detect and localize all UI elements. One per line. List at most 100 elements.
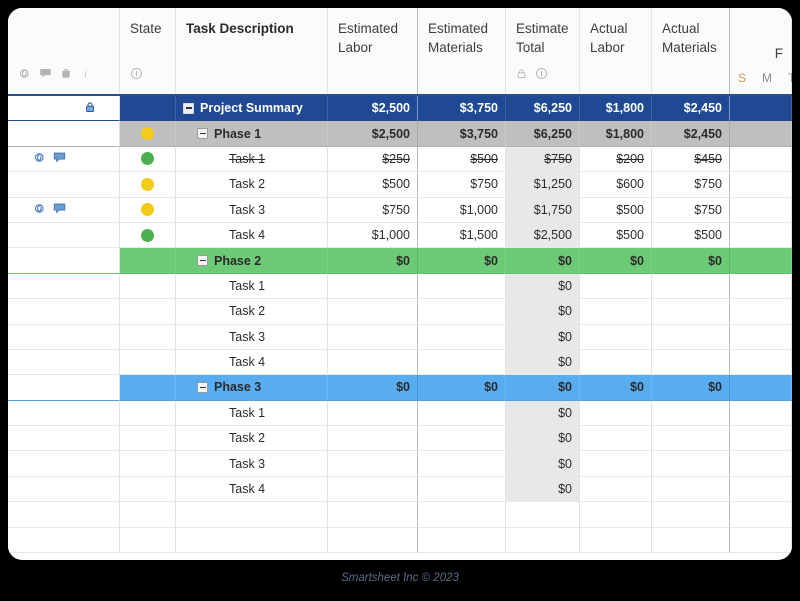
column-header-actual-labor[interactable]: Actual Labor <box>580 8 652 94</box>
table-row[interactable]: Task 2$0 <box>8 426 792 451</box>
act-materials-cell[interactable] <box>652 274 730 299</box>
act-materials-cell[interactable]: $2,450 <box>652 96 730 121</box>
est-materials-cell[interactable]: $750 <box>418 172 506 197</box>
task-description-cell[interactable]: Task 3 <box>176 325 328 350</box>
act-materials-cell[interactable] <box>652 477 730 502</box>
gantt-row-cell[interactable] <box>730 198 792 223</box>
attachment-icon[interactable] <box>33 202 46 218</box>
gantt-row-cell[interactable] <box>730 96 792 121</box>
state-cell[interactable] <box>120 223 176 248</box>
task-description-cell[interactable]: Task 4 <box>176 223 328 248</box>
act-materials-cell[interactable] <box>652 426 730 451</box>
state-cell[interactable] <box>120 375 176 400</box>
act-labor-cell[interactable]: $0 <box>580 375 652 400</box>
est-labor-cell[interactable]: $2,500 <box>328 96 418 121</box>
est-labor-cell[interactable]: $750 <box>328 198 418 223</box>
gantt-row-cell[interactable] <box>730 528 792 553</box>
act-materials-cell[interactable] <box>652 502 730 527</box>
trash-icon[interactable] <box>60 67 72 85</box>
task-description-cell[interactable]: Task 3 <box>176 198 328 223</box>
act-labor-cell[interactable] <box>580 528 652 553</box>
task-description-cell[interactable]: Phase 2 <box>176 248 328 273</box>
est-labor-cell[interactable]: $0 <box>328 375 418 400</box>
info-icon[interactable] <box>535 67 548 85</box>
gantt-row-cell[interactable] <box>730 426 792 451</box>
est-materials-cell[interactable]: $3,750 <box>418 121 506 146</box>
status-dot-yellow[interactable] <box>141 178 154 191</box>
act-materials-cell[interactable] <box>652 528 730 553</box>
gantt-row-cell[interactable] <box>730 477 792 502</box>
column-header-actual-materials[interactable]: Actual Materials <box>652 8 730 94</box>
est-materials-cell[interactable] <box>418 274 506 299</box>
table-row[interactable]: Task 1$0 <box>8 401 792 426</box>
act-labor-cell[interactable] <box>580 477 652 502</box>
gantt-row-cell[interactable] <box>730 223 792 248</box>
act-labor-cell[interactable] <box>580 299 652 324</box>
act-materials-cell[interactable]: $0 <box>652 375 730 400</box>
comment-icon[interactable] <box>39 67 52 85</box>
comment-icon[interactable] <box>53 202 66 218</box>
state-cell[interactable] <box>120 172 176 197</box>
column-header-estimated-labor[interactable]: Estimated Labor <box>328 8 418 94</box>
task-description-cell[interactable]: Task 3 <box>176 451 328 476</box>
est-total-cell[interactable]: $1,250 <box>506 172 580 197</box>
row-info-cell[interactable] <box>8 528 120 553</box>
row-info-cell[interactable] <box>8 223 120 248</box>
attachment-icon[interactable] <box>33 151 46 167</box>
est-total-cell[interactable]: $0 <box>506 299 580 324</box>
act-materials-cell[interactable]: $750 <box>652 198 730 223</box>
est-total-cell[interactable]: $0 <box>506 401 580 426</box>
act-labor-cell[interactable] <box>580 350 652 375</box>
est-materials-cell[interactable]: $0 <box>418 248 506 273</box>
state-cell[interactable] <box>120 477 176 502</box>
est-labor-cell[interactable] <box>328 528 418 553</box>
est-total-cell[interactable]: $0 <box>506 426 580 451</box>
est-total-cell[interactable]: $750 <box>506 147 580 172</box>
act-materials-cell[interactable]: $0 <box>652 248 730 273</box>
act-labor-cell[interactable]: $1,800 <box>580 96 652 121</box>
est-total-cell[interactable]: $0 <box>506 248 580 273</box>
task-description-cell[interactable]: Phase 3 <box>176 375 328 400</box>
table-row[interactable]: Project Summary$2,500$3,750$6,250$1,800$… <box>8 96 792 121</box>
table-row[interactable]: Task 1$250$500$750$200$450 <box>8 147 792 172</box>
est-total-cell[interactable]: $0 <box>506 375 580 400</box>
act-materials-cell[interactable] <box>652 401 730 426</box>
table-row[interactable]: Phase 1$2,500$3,750$6,250$1,800$2,450 <box>8 121 792 146</box>
table-row[interactable]: Task 4$1,000$1,500$2,500$500$500 <box>8 223 792 248</box>
gantt-row-cell[interactable] <box>730 121 792 146</box>
est-labor-cell[interactable] <box>328 299 418 324</box>
gantt-row-cell[interactable] <box>730 172 792 197</box>
info-icon[interactable] <box>130 67 143 85</box>
gantt-row-cell[interactable] <box>730 248 792 273</box>
est-labor-cell[interactable]: $0 <box>328 248 418 273</box>
collapse-toggle-icon[interactable] <box>183 103 194 114</box>
est-materials-cell[interactable] <box>418 350 506 375</box>
est-materials-cell[interactable] <box>418 426 506 451</box>
est-total-cell[interactable]: $0 <box>506 350 580 375</box>
est-total-cell[interactable]: $0 <box>506 477 580 502</box>
state-cell[interactable] <box>120 325 176 350</box>
row-info-cell[interactable] <box>8 350 120 375</box>
task-description-cell[interactable]: Task 4 <box>176 350 328 375</box>
est-labor-cell[interactable] <box>328 325 418 350</box>
row-info-cell[interactable] <box>8 502 120 527</box>
est-labor-cell[interactable] <box>328 350 418 375</box>
act-materials-cell[interactable] <box>652 325 730 350</box>
collapse-toggle-icon[interactable] <box>197 382 208 393</box>
status-dot-green[interactable] <box>141 152 154 165</box>
est-materials-cell[interactable] <box>418 451 506 476</box>
act-materials-cell[interactable]: $2,450 <box>652 121 730 146</box>
act-materials-cell[interactable] <box>652 451 730 476</box>
column-header-estimate-total[interactable]: Estimate Total <box>506 8 580 94</box>
task-description-cell[interactable]: Project Summary <box>176 96 328 121</box>
comment-icon[interactable] <box>53 151 66 167</box>
act-labor-cell[interactable] <box>580 451 652 476</box>
est-total-cell[interactable] <box>506 502 580 527</box>
gantt-row-cell[interactable] <box>730 401 792 426</box>
est-materials-cell[interactable]: $1,000 <box>418 198 506 223</box>
gantt-row-cell[interactable] <box>730 350 792 375</box>
row-info-cell[interactable] <box>8 198 120 223</box>
task-description-cell[interactable]: Task 1 <box>176 274 328 299</box>
est-total-cell[interactable]: $1,750 <box>506 198 580 223</box>
state-cell[interactable] <box>120 147 176 172</box>
